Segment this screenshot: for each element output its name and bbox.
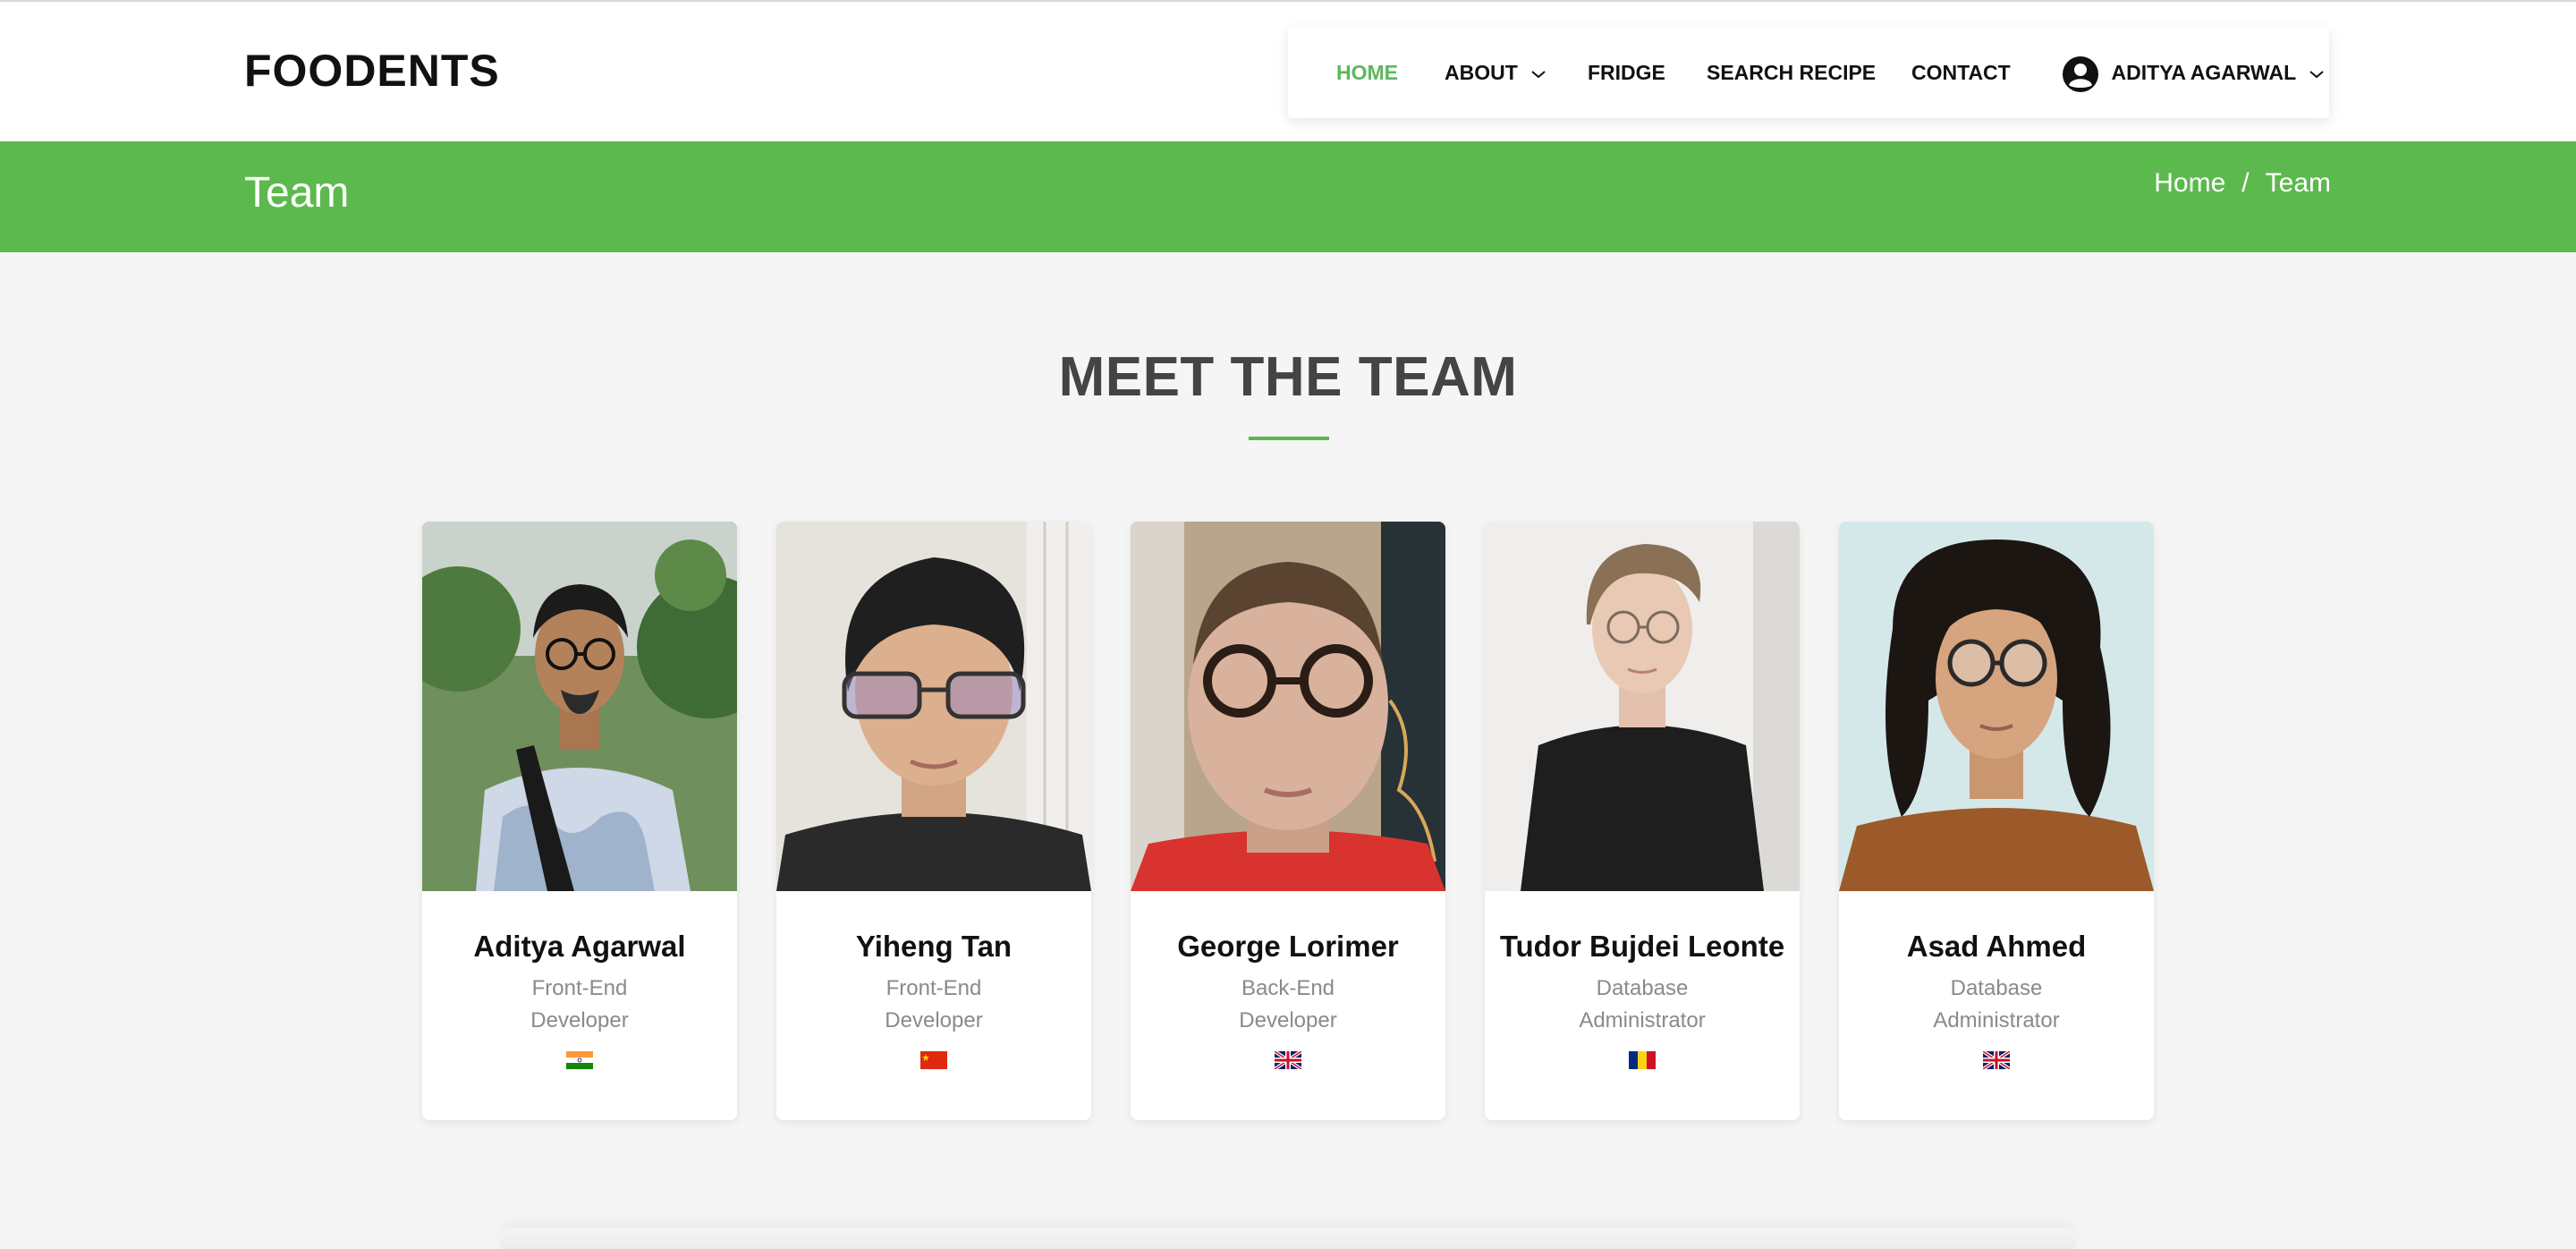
breadcrumb-current: Team xyxy=(2265,168,2331,198)
uk-flag-icon xyxy=(1275,1051,1301,1069)
role-line: Developer xyxy=(530,1008,629,1032)
role-line: Back-End xyxy=(1241,976,1335,1000)
section-title: MEET THE TEAM xyxy=(1058,346,1518,408)
chevron-down-icon xyxy=(2309,71,2324,79)
uk-flag-icon xyxy=(1983,1051,2010,1069)
main-nav: HOME ABOUT FRIDGE SEARCH RECIPE CONTACT … xyxy=(1288,27,2329,118)
team-card: Asad Ahmed Database Administrator xyxy=(1839,522,2154,1120)
team-card: Yiheng Tan Front-End Developer xyxy=(776,522,1091,1120)
india-flag-icon xyxy=(566,1051,593,1069)
nav-home[interactable]: HOME xyxy=(1336,27,1398,118)
nav-search-recipe[interactable]: SEARCH RECIPE xyxy=(1707,27,1876,118)
brand-logo[interactable]: FOODENTS xyxy=(244,45,500,97)
team-photo xyxy=(422,522,737,891)
member-role: Back-End Developer xyxy=(1174,973,1402,1037)
breadcrumb-separator: / xyxy=(2241,168,2250,198)
member-name: Aditya Agarwal xyxy=(473,930,686,963)
breadcrumb: Home / Team xyxy=(2154,168,2331,199)
next-section-edge xyxy=(501,1228,2075,1249)
team-photo xyxy=(1131,522,1445,891)
china-flag-icon xyxy=(920,1051,947,1069)
site-header: FOODENTS HOME ABOUT FRIDGE SEARCH RECIPE… xyxy=(0,2,2576,141)
team-photo xyxy=(776,522,1091,891)
page-banner: Team Home / Team xyxy=(0,141,2576,252)
nav-about[interactable]: ABOUT xyxy=(1445,27,1546,118)
role-line: Administrator xyxy=(1579,1008,1706,1032)
role-line: Developer xyxy=(885,1008,983,1032)
member-name: Tudor Bujdei Leonte xyxy=(1499,930,1785,963)
role-line: Front-End xyxy=(886,976,982,1000)
member-role: Front-End Developer xyxy=(465,973,694,1037)
user-avatar-icon xyxy=(2063,55,2098,92)
page-title: Team xyxy=(244,169,350,217)
member-role: Front-End Developer xyxy=(819,973,1048,1037)
member-role: Database Administrator xyxy=(1882,973,2111,1037)
title-underline xyxy=(1249,437,1329,440)
role-line: Database xyxy=(1950,976,2043,1000)
team-card: Aditya Agarwal Front-End Developer xyxy=(422,522,737,1120)
member-name: George Lorimer xyxy=(1177,930,1399,963)
team-card: George Lorimer Back-End Developer xyxy=(1131,522,1445,1120)
role-line: Front-End xyxy=(531,976,628,1000)
nav-about-label: ABOUT xyxy=(1445,61,1518,84)
role-line: Developer xyxy=(1239,1008,1337,1032)
romania-flag-icon xyxy=(1629,1051,1656,1069)
user-name: ADITYA AGARWAL xyxy=(2111,61,2296,84)
role-line: Database xyxy=(1596,976,1689,1000)
role-line: Administrator xyxy=(1933,1008,2060,1032)
breadcrumb-home[interactable]: Home xyxy=(2154,168,2225,198)
member-role: Database Administrator xyxy=(1528,973,1757,1037)
team-card: Tudor Bujdei Leonte Database Administrato… xyxy=(1485,522,1800,1120)
nav-fridge[interactable]: FRIDGE xyxy=(1588,27,1665,118)
member-name: Yiheng Tan xyxy=(855,930,1013,963)
nav-user-menu[interactable]: ADITYA AGARWAL xyxy=(2062,27,2325,118)
chevron-down-icon xyxy=(1531,71,1546,79)
nav-contact[interactable]: CONTACT xyxy=(1911,27,2011,118)
team-photo xyxy=(1485,522,1800,891)
member-name: Asad Ahmed xyxy=(1906,930,2087,963)
team-photo xyxy=(1839,522,2154,891)
